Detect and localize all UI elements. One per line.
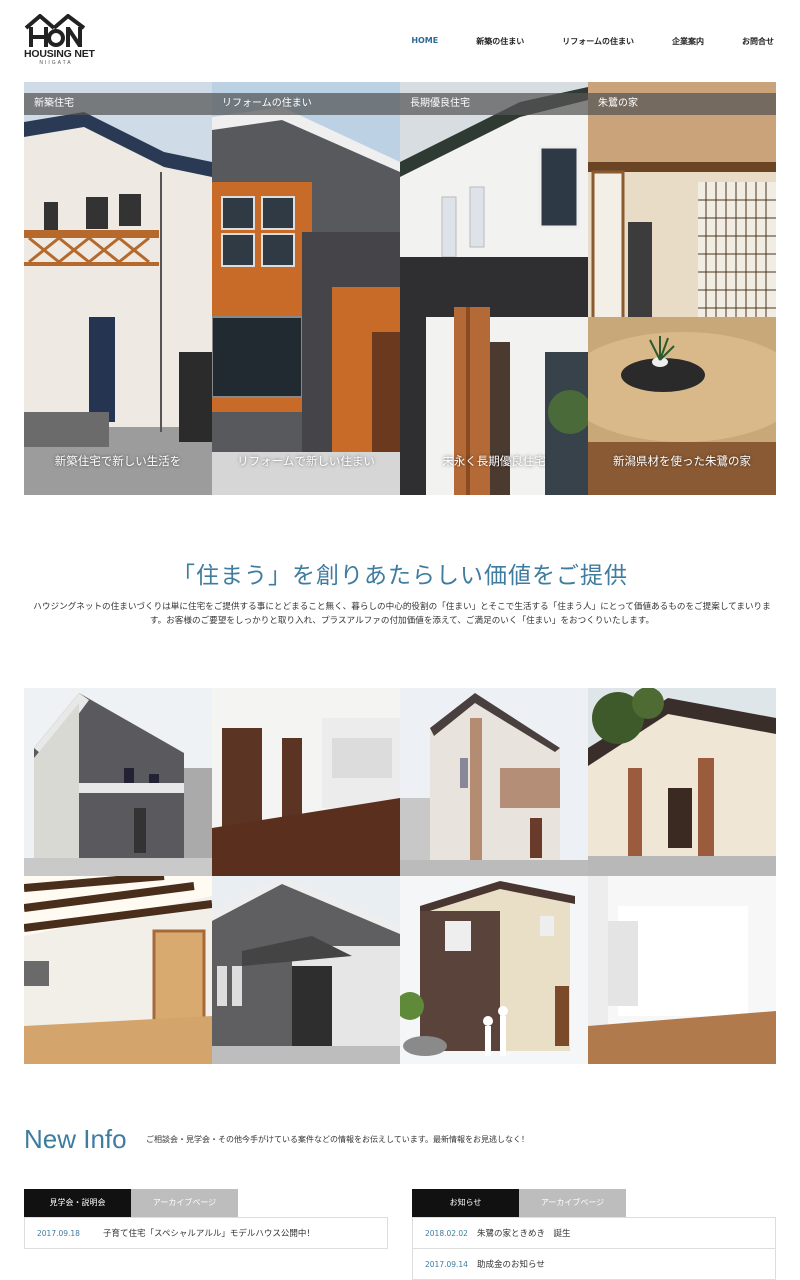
hero-panels: 新築住宅 新築住宅で新しい生活を リフォームの住まい リフォームで新しい住まい (24, 82, 776, 495)
nav-company[interactable]: 企業案内 (634, 36, 704, 47)
gallery-tile[interactable] (212, 688, 400, 876)
events-panel: 見学会・説明会 アーカイブページ 2017.09.18 子育て住宅「スペシャルア… (24, 1189, 388, 1249)
main-nav: HOME 新築の住まい リフォームの住まい 企業案内 お問合せ (373, 36, 774, 47)
logo-text: HOUSING NET (24, 48, 95, 60)
panel-caption: 長期優良住宅 (400, 93, 588, 115)
house-logo-icon (24, 14, 86, 48)
events-list: 2017.09.18 子育て住宅「スペシャルアルル」モデルハウス公開中！ (24, 1217, 388, 1249)
item-title: 子育て住宅「スペシャルアルル」モデルハウス公開中！ (103, 1229, 315, 1239)
new-home-photo (24, 82, 212, 495)
list-item[interactable]: 2017.09.14 助成金のお知らせ (412, 1249, 776, 1280)
house-photo (400, 688, 588, 876)
tab-events[interactable]: 見学会・説明会 (24, 1189, 131, 1217)
interior-photo (212, 688, 400, 876)
item-title: 朱鷺の家ときめき 誕生 (477, 1229, 571, 1239)
item-title: 助成金のお知らせ (477, 1260, 545, 1270)
gallery-tile[interactable] (400, 688, 588, 876)
nav-new-homes[interactable]: 新築の住まい (438, 36, 524, 47)
interior-photo (588, 876, 776, 1064)
list-item[interactable]: 2018.02.02 朱鷺の家ときめき 誕生 (412, 1218, 776, 1249)
photo-gallery (24, 688, 776, 1064)
panel-footer: 新築住宅で新しい生活を (54, 454, 182, 468)
item-date: 2017.09.14 (425, 1259, 468, 1269)
events-tabs: 見学会・説明会 アーカイブページ (24, 1189, 388, 1217)
notices-tabs: お知らせ アーカイブページ (412, 1189, 776, 1217)
panel-footer: 新潟県材を使った朱鷺の家 (613, 454, 751, 468)
nav-contact[interactable]: お問合せ (704, 36, 774, 47)
hero-panel-reform[interactable]: リフォームの住まい リフォームで新しい住まい (212, 82, 400, 495)
house-photo (212, 876, 400, 1064)
nav-reform[interactable]: リフォームの住まい (524, 36, 634, 47)
tab-events-archive[interactable]: アーカイブページ (131, 1189, 238, 1217)
notices-list: 2018.02.02 朱鷺の家ときめき 誕生 2017.09.14 助成金のお知… (412, 1217, 776, 1280)
panel-caption: 朱鷺の家 (588, 93, 776, 115)
gallery-tile[interactable] (400, 876, 588, 1064)
toki-home-photo (588, 82, 776, 495)
gallery-tile[interactable] (212, 876, 400, 1064)
site-logo[interactable]: HOUSING NET NIIGATA (24, 14, 95, 68)
list-item[interactable]: 2017.09.18 子育て住宅「スペシャルアルル」モデルハウス公開中！ (24, 1218, 388, 1249)
panel-caption: リフォームの住まい (212, 93, 400, 115)
tab-notices-archive[interactable]: アーカイブページ (519, 1189, 626, 1217)
gallery-tile[interactable] (24, 876, 212, 1064)
long-life-home-photo (400, 82, 588, 495)
new-info-title: New Info (24, 1124, 127, 1154)
item-date: 2018.02.02 (425, 1228, 468, 1238)
house-photo (588, 688, 776, 876)
gallery-tile[interactable] (588, 876, 776, 1064)
reform-home-photo (212, 82, 400, 495)
logo-subtext: NIIGATA (39, 60, 73, 66)
panel-caption: 新築住宅 (24, 93, 212, 115)
hero-panel-new-home[interactable]: 新築住宅 新築住宅で新しい生活を (24, 82, 212, 495)
intro-text: ハウジングネットの住まいづくりは単に住宅をご提供する事にとどまること無く、暮らし… (33, 602, 771, 626)
house-photo (24, 688, 212, 876)
new-info-description: ご相談会・見学会・その他今手がけている案件などの情報をお伝えしています。最新情報… (146, 1135, 529, 1144)
hero-panel-toki[interactable]: 朱鷺の家 新潟県材を使った朱鷺の家 (588, 82, 776, 495)
house-rendering (400, 876, 588, 1064)
panel-footer: 末永く長期優良住宅 (442, 454, 546, 468)
notices-panel: お知らせ アーカイブページ 2018.02.02 朱鷺の家ときめき 誕生 201… (412, 1189, 776, 1280)
interior-photo (24, 876, 212, 1064)
tab-notices[interactable]: お知らせ (412, 1189, 519, 1217)
gallery-tile[interactable] (24, 688, 212, 876)
intro-headline: 「住まう」を創りあたらしい価値をご提供 (172, 563, 628, 589)
site-header: HOUSING NET NIIGATA HOME 新築の住まい リフォームの住ま… (0, 0, 800, 80)
hero-panel-long-life[interactable]: 長期優良住宅 末永く長期優良住宅 (400, 82, 588, 495)
item-date: 2017.09.18 (37, 1228, 80, 1238)
gallery-tile[interactable] (588, 688, 776, 876)
nav-home[interactable]: HOME (373, 36, 438, 47)
panel-footer: リフォームで新しい住まい (237, 454, 375, 468)
